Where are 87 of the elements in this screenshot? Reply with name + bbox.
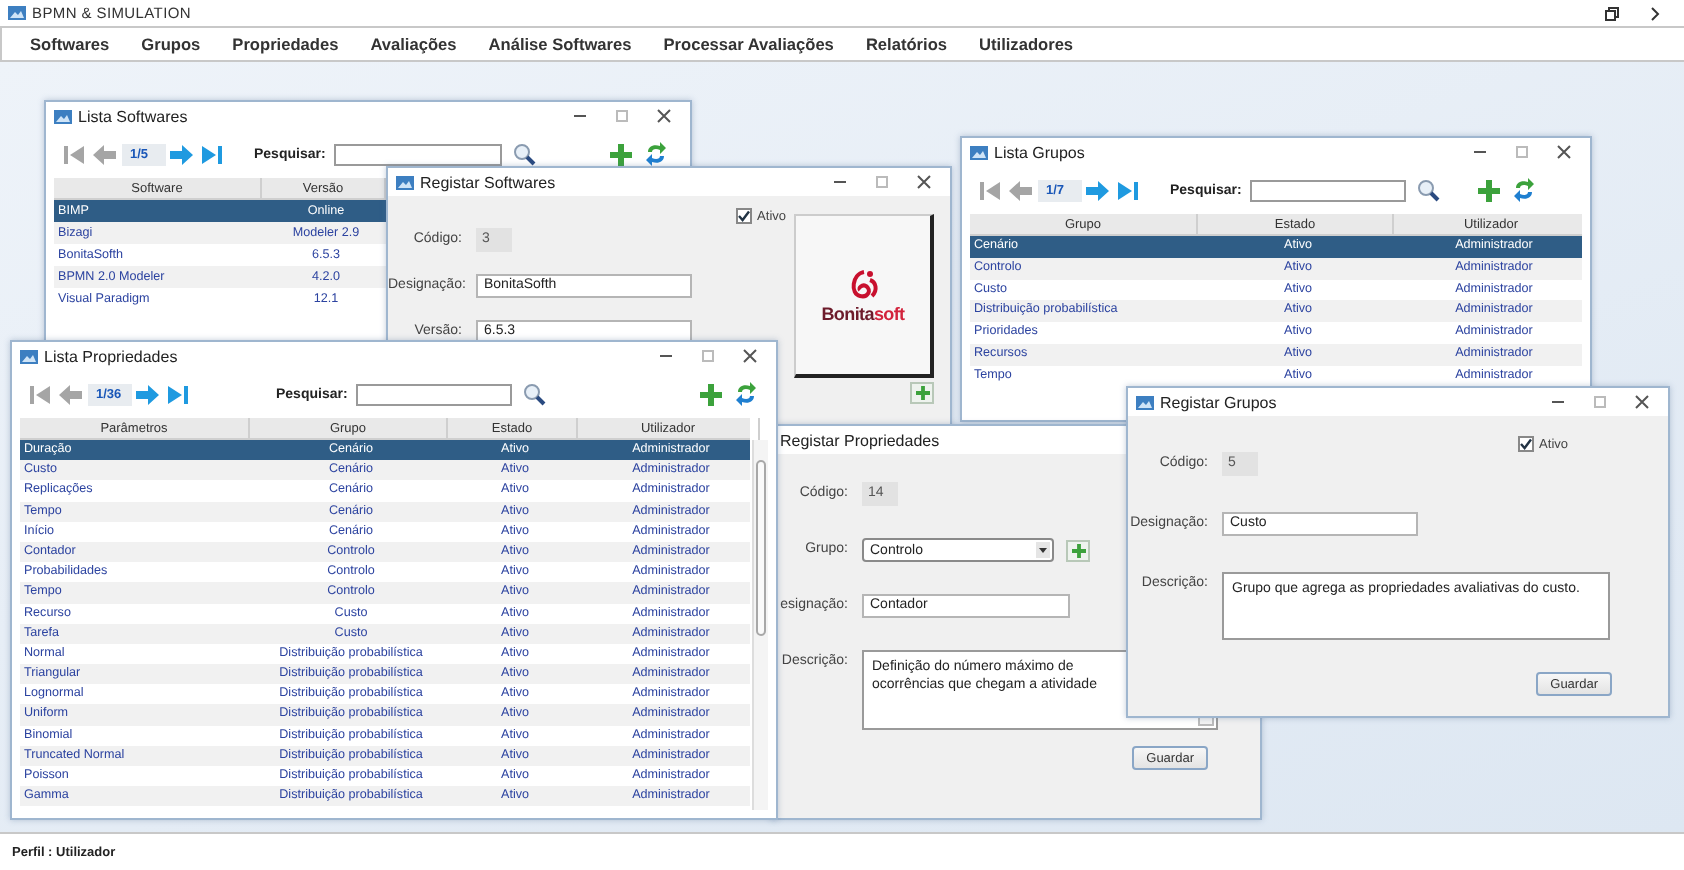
last-icon xyxy=(200,143,224,165)
menu-item[interactable]: Softwares xyxy=(30,34,110,54)
menu-item[interactable]: Grupos xyxy=(141,34,201,54)
menu-item[interactable]: Propriedades xyxy=(232,34,339,54)
add-button[interactable] xyxy=(1474,176,1502,204)
window-title: Lista Softwares xyxy=(78,107,188,125)
search-field[interactable] xyxy=(333,143,502,165)
search-field[interactable] xyxy=(355,383,512,405)
next-page-button[interactable] xyxy=(136,382,162,406)
last-page-button[interactable] xyxy=(166,382,192,406)
add-image-button[interactable] xyxy=(910,382,934,404)
search-button[interactable] xyxy=(1413,176,1442,204)
plus-icon xyxy=(609,143,631,165)
search-icon xyxy=(1415,178,1440,202)
last-icon xyxy=(166,383,190,405)
right-arrow-icon xyxy=(136,383,160,405)
search-button[interactable] xyxy=(509,140,538,168)
restore-icon xyxy=(1604,5,1620,21)
first-icon xyxy=(28,383,52,405)
close-icon xyxy=(1556,144,1572,160)
menu-item[interactable]: Relatórios xyxy=(865,34,948,54)
close-icon xyxy=(916,174,932,190)
first-page-button[interactable] xyxy=(978,178,1004,202)
refresh-button[interactable] xyxy=(732,380,760,408)
window-title: Registar Propriedades xyxy=(780,431,940,449)
plus-icon xyxy=(699,383,721,405)
last-page-button[interactable] xyxy=(200,142,226,166)
first-page-button[interactable] xyxy=(28,382,54,406)
dropdown-arrow-icon xyxy=(1036,542,1050,558)
maximize-icon xyxy=(614,108,630,124)
app-icon xyxy=(970,145,988,159)
previous-page-button[interactable] xyxy=(58,382,84,406)
check-icon xyxy=(1519,438,1532,450)
plus-icon xyxy=(1477,179,1499,201)
checkbox[interactable] xyxy=(735,208,752,224)
plus-icon xyxy=(1071,543,1085,557)
menu-item[interactable]: Utilizadores xyxy=(979,34,1074,54)
window-title: Registar Softwares xyxy=(420,173,556,191)
first-icon xyxy=(62,143,86,165)
search-button[interactable] xyxy=(519,380,548,408)
next-page-button[interactable] xyxy=(1086,178,1112,202)
check-icon xyxy=(737,210,750,222)
right-arrow-icon xyxy=(1086,179,1110,201)
app-icon xyxy=(1136,395,1154,409)
chevron-icon xyxy=(1646,5,1662,21)
refresh-button[interactable] xyxy=(1510,176,1538,204)
refresh-button[interactable] xyxy=(642,140,670,168)
close-icon xyxy=(1634,394,1650,410)
search-field[interactable] xyxy=(1249,179,1406,201)
app-icon xyxy=(8,6,26,20)
next-page-button[interactable] xyxy=(170,142,196,166)
add-button[interactable] xyxy=(696,380,724,408)
close-icon xyxy=(742,348,758,364)
refresh-icon xyxy=(1514,178,1534,202)
right-arrow-icon xyxy=(170,143,194,165)
last-icon xyxy=(1116,179,1140,201)
window-title: Lista Propriedades xyxy=(44,347,178,365)
previous-page-button[interactable] xyxy=(1008,178,1034,202)
logo-text: Bonitasoft xyxy=(821,303,905,323)
plus-icon xyxy=(915,386,929,400)
left-arrow-icon xyxy=(58,383,82,405)
app-icon xyxy=(396,175,414,189)
maximize-icon xyxy=(1592,394,1608,410)
app-icon xyxy=(20,349,38,363)
maximize-icon xyxy=(874,174,890,190)
menu-item[interactable]: Análise Softwares xyxy=(488,34,632,54)
app-icon xyxy=(54,109,72,123)
previous-page-button[interactable] xyxy=(92,142,118,166)
first-icon xyxy=(978,179,1002,201)
left-arrow-icon xyxy=(92,143,116,165)
refresh-icon xyxy=(646,142,666,166)
window-title: Lista Grupos xyxy=(994,143,1085,161)
window-title: Registar Grupos xyxy=(1160,393,1277,411)
refresh-icon xyxy=(736,382,756,406)
maximize-icon xyxy=(1514,144,1530,160)
maximize-icon xyxy=(700,348,716,364)
close-icon xyxy=(656,108,672,124)
checkbox[interactable] xyxy=(1517,436,1534,452)
add-button[interactable] xyxy=(606,140,634,168)
first-page-button[interactable] xyxy=(62,142,88,166)
search-icon xyxy=(521,382,546,406)
left-arrow-icon xyxy=(1008,179,1032,201)
menu-item[interactable]: Processar Avaliações xyxy=(663,34,834,54)
last-page-button[interactable] xyxy=(1116,178,1142,202)
menu-item[interactable]: Avaliações xyxy=(370,34,457,54)
add-button[interactable] xyxy=(1066,539,1090,561)
scrollbar[interactable] xyxy=(752,440,768,810)
